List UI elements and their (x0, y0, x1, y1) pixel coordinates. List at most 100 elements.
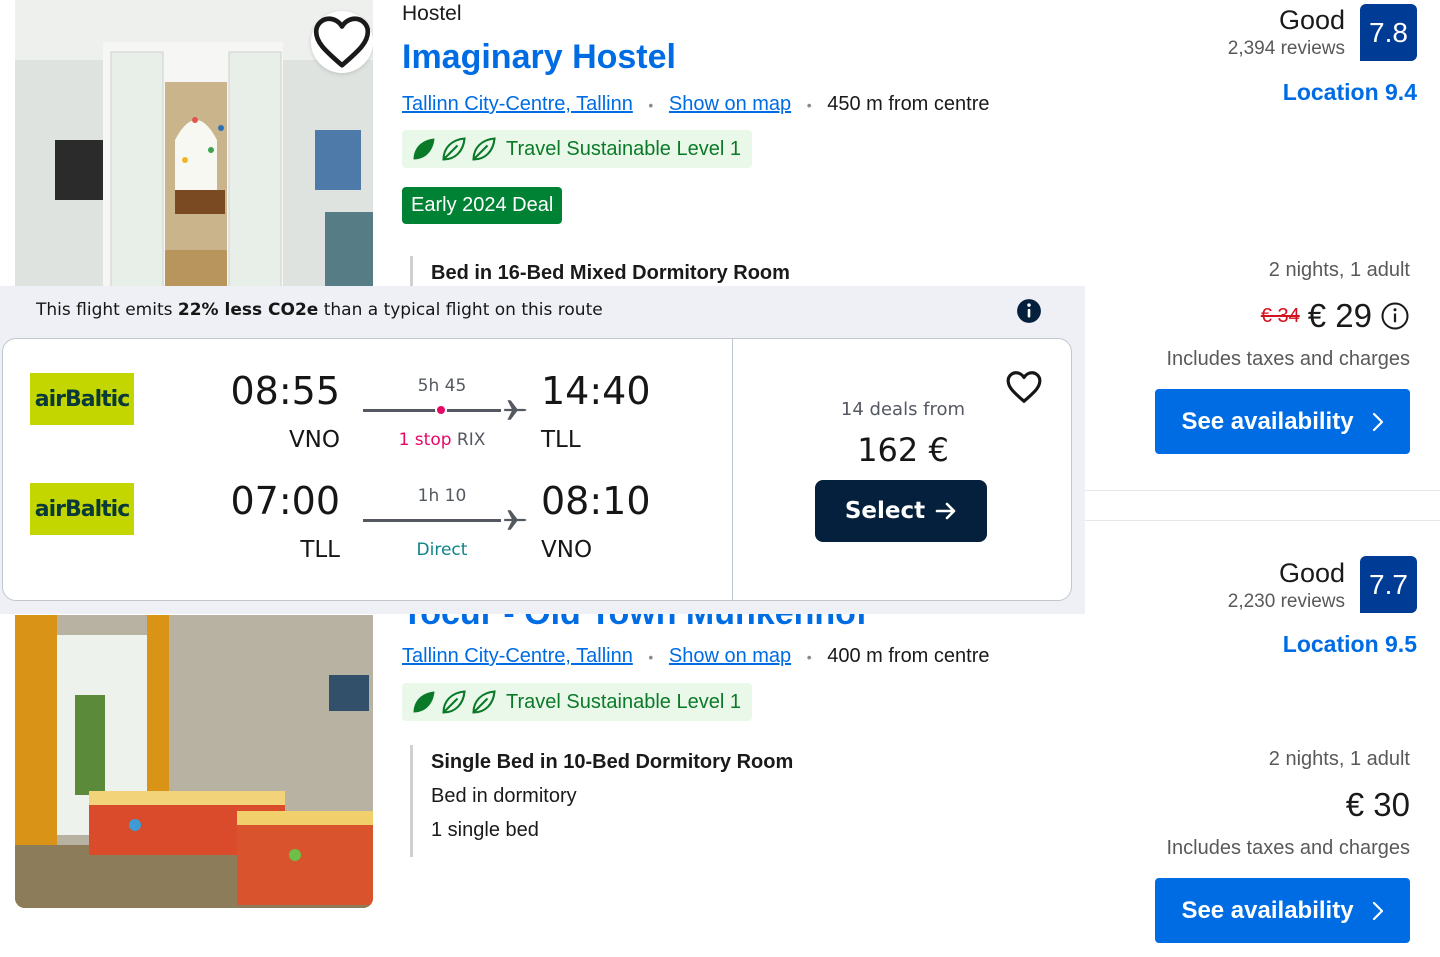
leaf-icon (442, 137, 466, 161)
separator-dot: • (648, 97, 654, 113)
flight-leg-outbound: airBaltic 08:55 VNO 5h 45 1 stop RIX 14:… (3, 359, 732, 469)
room-title: Bed in 16-Bed Mixed Dormitory Room (431, 262, 790, 284)
separator-dot: • (648, 649, 654, 665)
review-word: Good (1278, 5, 1345, 35)
hotel-photo[interactable] (15, 0, 373, 288)
deals-count: 14 deals from (840, 399, 966, 420)
current-price: € 29 (1307, 297, 1372, 334)
select-label: Select (844, 498, 926, 524)
see-availability-button[interactable]: See availability (1155, 389, 1410, 454)
price-block: 2 nights, 1 adult € 34 € 29 Includes tax… (1167, 256, 1411, 371)
deal-badge: Early 2024 Deal (402, 187, 563, 224)
location-row: Tallinn City-Centre, Tallinn • Show on m… (402, 93, 990, 116)
leaf-icon (442, 690, 466, 714)
room-info: Single Bed in 10-Bed Dormitory Room Bed … (410, 745, 793, 857)
location-row: Tallinn City-Centre, Tallinn • Show on m… (402, 645, 990, 668)
stops-info: 1 stop RIX (363, 430, 521, 450)
route-line (363, 519, 501, 522)
leaf-icon (472, 137, 496, 161)
card-divider (1085, 490, 1440, 491)
stopover-airport: RIX (456, 430, 486, 450)
room-info: Bed in 16-Bed Mixed Dormitory Room (410, 256, 790, 290)
airline-logo: airBaltic (30, 373, 134, 425)
room-title: Single Bed in 10-Bed Dormitory Room (431, 751, 794, 773)
sustainability-badge[interactable]: Travel Sustainable Level 1 (402, 683, 752, 721)
chevron-right-icon (1372, 901, 1383, 920)
price-row: € 34 € 29 (1167, 296, 1411, 336)
departure-airport: VNO (288, 427, 340, 453)
review-summary[interactable]: Good 2,394 reviews (1228, 4, 1345, 62)
departure-airport: TLL (300, 537, 340, 563)
hotel-name-link[interactable]: Imaginary Hostel (402, 38, 676, 77)
chevron-right-icon (1372, 412, 1383, 431)
stop-marker (435, 404, 447, 416)
review-score-badge[interactable]: 7.8 (1360, 4, 1417, 61)
current-price: € 30 (1345, 786, 1410, 823)
airline-logo: airBaltic (30, 483, 134, 535)
co2-highlight: 22% less CO2e (177, 300, 319, 320)
distance-text: 450 m from centre (827, 93, 990, 115)
bed-info: 1 single bed (431, 819, 539, 841)
taxes-note: Includes taxes and charges (1166, 348, 1411, 370)
select-flight-button[interactable]: Select (815, 480, 987, 542)
stop-count: Direct (416, 540, 468, 560)
info-icon[interactable] (1016, 298, 1042, 324)
separator-dot: • (806, 649, 812, 665)
location-score: Location 9.5 (1282, 631, 1417, 657)
arrow-right-icon (935, 502, 956, 520)
plane-icon (504, 400, 527, 420)
arrival-time: 14:40 (541, 369, 651, 413)
property-type: Hostel (402, 2, 462, 25)
distance-text: 400 m from centre (827, 645, 990, 667)
arrival-time: 08:10 (541, 479, 651, 523)
flight-card[interactable]: airBaltic 08:55 VNO 5h 45 1 stop RIX 14:… (2, 338, 1072, 601)
see-availability-button[interactable]: See availability (1155, 878, 1410, 943)
departure-time: 08:55 (230, 369, 340, 413)
area-link[interactable]: Tallinn City-Centre, Tallinn (402, 645, 633, 667)
leaf-icon (472, 690, 496, 714)
flight-price: 162 € (857, 431, 949, 469)
review-score-badge[interactable]: 7.7 (1360, 556, 1417, 613)
show-on-map-link[interactable]: Show on map (669, 93, 791, 115)
leaf-icons (410, 135, 498, 163)
separator-dot: • (806, 97, 812, 113)
save-hotel-button[interactable] (311, 11, 373, 73)
review-count: 2,230 reviews (1227, 591, 1345, 612)
sustainability-label: Travel Sustainable Level 1 (506, 137, 741, 160)
dormitory-room-image (15, 615, 373, 908)
leaf-icon (413, 691, 435, 713)
leaf-icon (413, 138, 435, 160)
co2-emission-note: This flight emits 22% less CO2e than a t… (36, 300, 603, 320)
location-score: Location 9.4 (1282, 79, 1417, 105)
price-row: € 30 (1167, 785, 1410, 825)
see-availability-label: See availability (1181, 896, 1354, 924)
flight-leg-return: airBaltic 07:00 TLL 1h 10 Direct 08:10 V… (3, 469, 732, 579)
area-link[interactable]: Tallinn City-Centre, Tallinn (402, 93, 633, 115)
stay-length: 2 nights, 1 adult (1268, 748, 1410, 770)
sustainability-label: Travel Sustainable Level 1 (506, 690, 741, 713)
stay-length: 2 nights, 1 adult (1268, 259, 1410, 281)
taxes-note: Includes taxes and charges (1166, 837, 1411, 859)
hotel-photo[interactable] (15, 615, 373, 908)
price-block: 2 nights, 1 adult € 30 Includes taxes an… (1167, 745, 1411, 860)
stop-count: 1 stop (398, 430, 452, 450)
original-price: € 34 (1260, 304, 1300, 327)
review-count: 2,394 reviews (1227, 38, 1345, 59)
arrival-airport: TLL (541, 427, 581, 453)
sustainability-badge[interactable]: Travel Sustainable Level 1 (402, 130, 752, 168)
see-availability-label: See availability (1181, 407, 1354, 435)
leaf-icons (410, 688, 498, 716)
card-separator (732, 339, 733, 600)
info-icon[interactable] (1380, 301, 1410, 331)
arrival-airport: VNO (541, 537, 593, 563)
flight-ad-overlay: This flight emits 22% less CO2e than a t… (0, 286, 1085, 614)
review-word: Good (1278, 558, 1345, 588)
departure-time: 07:00 (230, 479, 340, 523)
plane-icon (504, 510, 527, 530)
stops-info: Direct (363, 540, 521, 560)
show-on-map-link[interactable]: Show on map (669, 645, 791, 667)
room-type: Bed in dormitory (431, 785, 577, 807)
heart-icon (313, 16, 371, 68)
flight-duration: 1h 10 (417, 486, 467, 506)
review-summary[interactable]: Good 2,230 reviews (1228, 557, 1345, 615)
